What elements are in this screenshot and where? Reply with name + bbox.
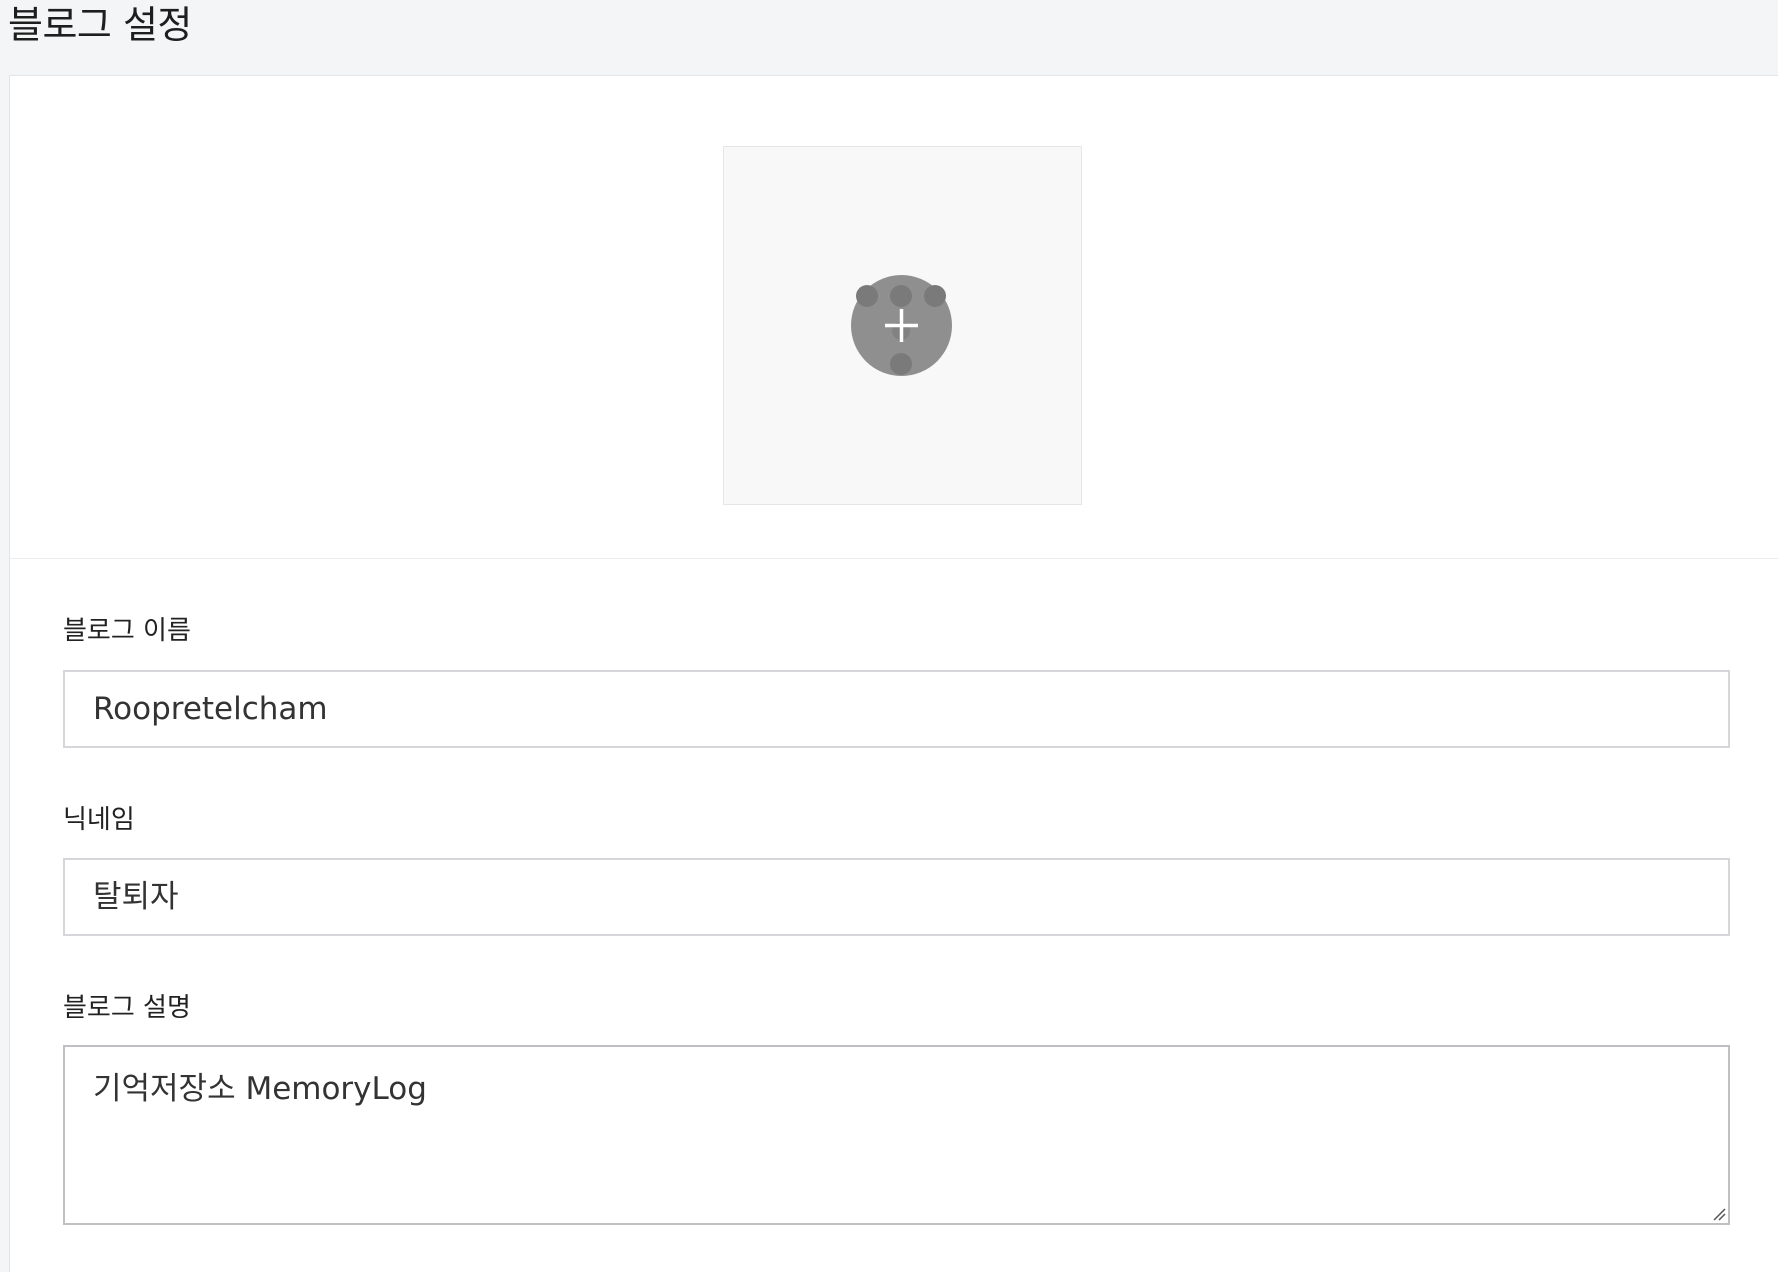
settings-panel: 블로그 이름 Roopretelcham 닉네임 탈퇴자 블로그 설명 기억저장…	[9, 75, 1778, 1272]
resize-handle-icon[interactable]	[1712, 1207, 1726, 1221]
description-label: 블로그 설명	[63, 993, 191, 1023]
nickname-label: 닉네임	[63, 805, 135, 835]
blog-name-input[interactable]: Roopretelcham	[63, 670, 1730, 748]
profile-image-section	[10, 76, 1778, 559]
profile-image-upload[interactable]	[723, 146, 1082, 505]
add-image-button[interactable]	[851, 275, 952, 376]
description-textarea[interactable]: 기억저장소 MemoryLog	[63, 1045, 1730, 1225]
nickname-input[interactable]: 탈퇴자	[63, 858, 1730, 936]
blog-name-label: 블로그 이름	[63, 616, 191, 646]
description-text: 기억저장소 MemoryLog	[93, 1071, 427, 1107]
plus-icon	[856, 285, 946, 375]
page-title: 블로그 설정	[8, 3, 192, 47]
